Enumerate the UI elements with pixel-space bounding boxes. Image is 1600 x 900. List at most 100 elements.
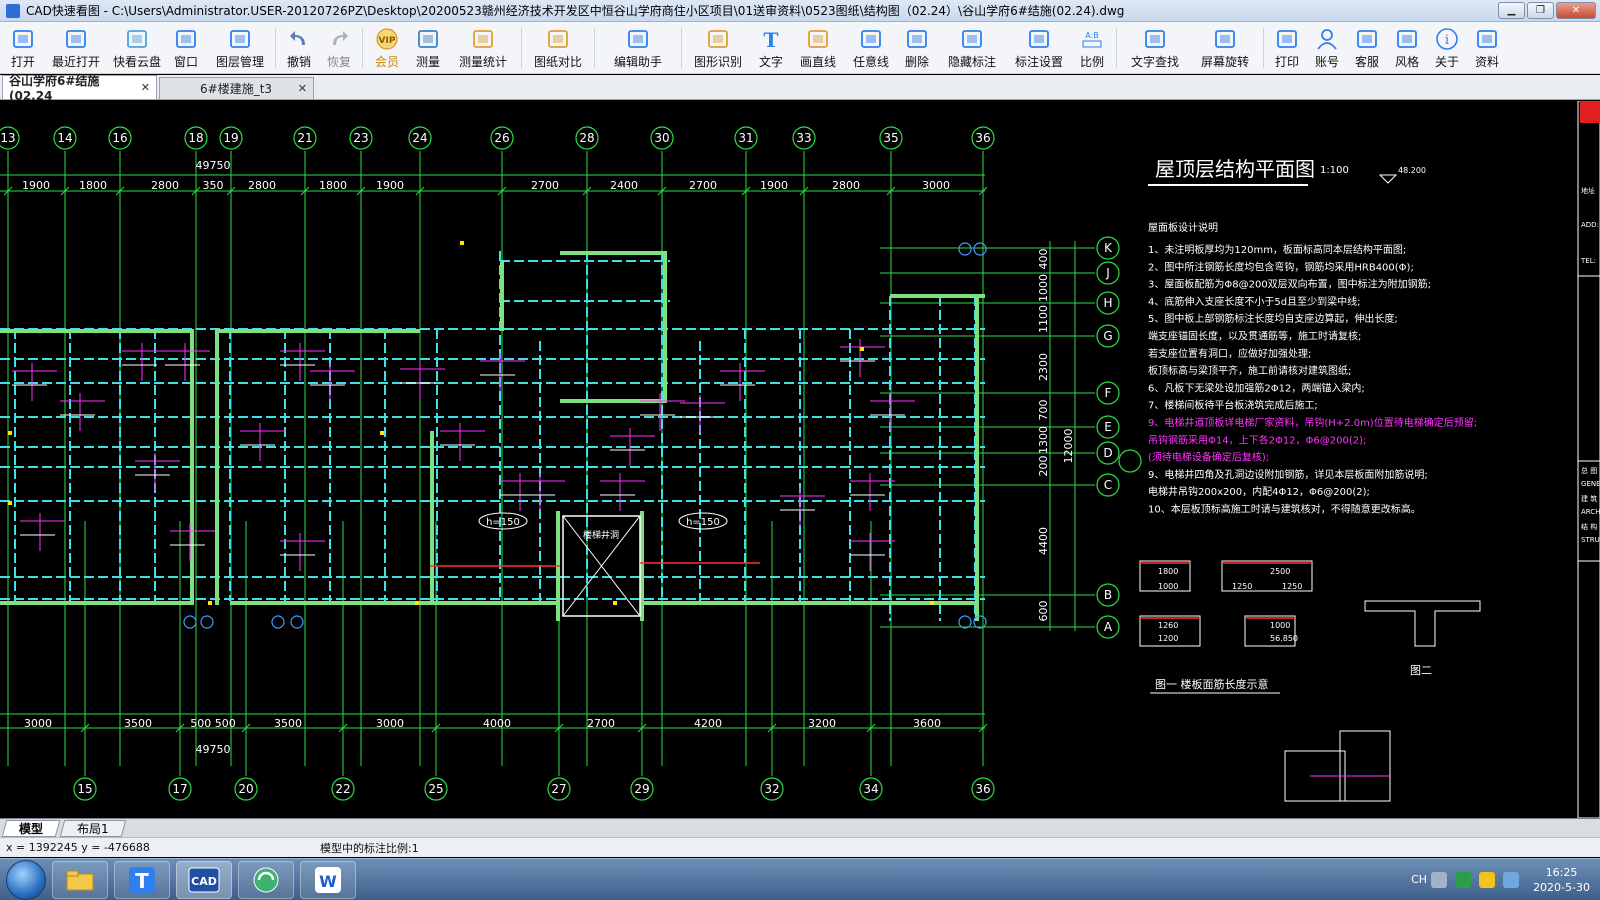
side-axis-label: A — [1104, 620, 1113, 634]
doc-tab-structure[interactable]: 谷山学府6#结施(02.24 ✕ — [2, 74, 157, 103]
section-detail — [1364, 600, 1481, 647]
security-icon[interactable] — [1479, 871, 1496, 888]
vertical-dimension: 200 — [1037, 456, 1050, 477]
toolbar-label: 客服 — [1354, 55, 1379, 69]
toolbar-window-button[interactable]: 窗口 — [164, 22, 208, 72]
toolbar-rotate-button[interactable]: 屏幕旋转 — [1190, 22, 1260, 72]
toolbar-measure-button[interactable]: 测量 — [408, 22, 448, 72]
toolbar-hide-annotation-button[interactable]: 隐藏标注 — [937, 22, 1007, 72]
toolbar-label: 账号 — [1314, 55, 1339, 69]
toolbar-label: 删除 — [904, 55, 929, 69]
top-axis-label: 19 — [223, 131, 238, 145]
clock[interactable]: 16:25 2020-5-30 — [1533, 865, 1590, 895]
rotate-icon — [1213, 27, 1237, 51]
toolbar-vip-button[interactable]: VIP 会员 — [366, 22, 408, 72]
side-axis-label: H — [1103, 296, 1112, 310]
toolbar-line-button[interactable]: 画直线 — [791, 22, 845, 72]
taskbar-explorer[interactable] — [52, 860, 108, 899]
vip-icon: VIP — [375, 27, 399, 51]
taskbar-cad-app[interactable]: CAD — [176, 860, 232, 899]
toolbar-measure-stats-button[interactable]: 测量统计 — [448, 22, 518, 72]
close-tab-icon[interactable]: ✕ — [141, 81, 150, 94]
toolbar-undo-button[interactable]: 撤销 — [279, 22, 319, 72]
toolbar-label: 快看云盘 — [112, 55, 161, 69]
design-note: 板顶标高与梁顶平齐，施工前请核对建筑图纸; — [1148, 364, 1351, 377]
column-marker-circle — [958, 242, 972, 256]
column-marker — [930, 601, 934, 605]
folder-open-icon — [11, 27, 35, 51]
top-axis-label: 21 — [297, 131, 312, 145]
toolbar-layers-button[interactable]: 图层管理 — [208, 22, 272, 72]
shield-icon[interactable] — [1455, 871, 1472, 888]
design-note: 端支座锚固长度，以及贯通筋等，施工时请复核; — [1148, 330, 1361, 343]
design-note: 5、图中板上部钢筋标注长度均自支座边算起，伸出长度; — [1148, 312, 1398, 325]
language-indicator[interactable]: CH — [1411, 873, 1427, 886]
wall — [0, 601, 190, 605]
detail-value: 1000 — [1270, 621, 1290, 630]
drawing-canvas[interactable]: 1900 1800 2800 350 2800 1800 1900 2700 2400 2700 1… — [0, 101, 1600, 818]
level-mark: 48.200 — [1398, 166, 1426, 175]
void-label: 楼梯井洞 — [583, 529, 619, 541]
toolbar-label: 标注设置 — [1014, 55, 1063, 69]
close-button[interactable]: ✕ — [1556, 2, 1596, 19]
top-axis-label: 23 — [353, 131, 368, 145]
taskbar-t-app[interactable]: T — [114, 860, 170, 899]
design-note: 2、图中所注钢筋长度均包含弯钩，钢筋均采用HRB400(Φ); — [1148, 260, 1414, 273]
toolbar-text-search-button[interactable]: 文字查找 — [1120, 22, 1190, 72]
column-marker-circle — [290, 615, 304, 629]
toolbar-history-button[interactable]: 最近打开 — [42, 22, 110, 72]
doc-tab-architecture[interactable]: 6#楼建施_t3 ✕ — [159, 77, 314, 99]
network-icon[interactable] — [1503, 871, 1520, 888]
toolbar-info-button[interactable]: i 关于 — [1427, 22, 1467, 72]
toolbar-shape-recognize-button[interactable]: 图形识别 — [685, 22, 751, 72]
toolbar-redo-button[interactable]: 恢复 — [319, 22, 359, 72]
cursor-coordinates: x = 1392245 y = -476688 — [6, 841, 150, 854]
design-note: 吊钩钢筋采用Φ14，上下各2Φ12，Φ6@200(2); — [1148, 433, 1366, 446]
toolbar-label: 会员 — [374, 55, 399, 69]
toolbar-annotation-settings-button[interactable]: 标注设置 — [1007, 22, 1071, 72]
toolbar-freehand-button[interactable]: 任意线 — [845, 22, 897, 72]
bottom-axis-label: 32 — [764, 782, 779, 796]
bottom-dimension: 4000 — [483, 717, 511, 730]
taskbar-browser[interactable] — [238, 860, 294, 899]
toolbar-document-button[interactable]: 资料 — [1467, 22, 1507, 72]
vertical-dimension: 600 — [1037, 601, 1050, 622]
toolbar-headset-button[interactable]: 客服 — [1347, 22, 1387, 72]
title-block-text: STRUCT. — [1581, 536, 1600, 544]
window-icon — [174, 27, 198, 51]
layout-tab-model[interactable]: 模型 — [1, 819, 61, 837]
os-taskbar: T CAD W CH 16:25 2020-5-30 — [0, 858, 1600, 900]
toolbar-user-button[interactable]: 账号 — [1307, 22, 1347, 72]
toolbar-label: 隐藏标注 — [947, 55, 996, 69]
svg-text:CAD: CAD — [191, 875, 217, 888]
minimize-button[interactable]: ▁ — [1498, 2, 1525, 19]
toolbar-folder-open-button[interactable]: 打开 — [4, 22, 42, 72]
vertical-dimension: 1100 — [1037, 305, 1050, 333]
toolbar-edit-assistant-button[interactable]: 编辑助手 — [598, 22, 678, 72]
redo-icon — [327, 27, 351, 51]
bottom-axis-label: 15 — [77, 782, 92, 796]
top-dimension: 1900 — [760, 179, 788, 192]
close-tab-icon[interactable]: ✕ — [298, 82, 307, 95]
edit-assistant-icon — [626, 27, 650, 51]
toolbar-printer-button[interactable]: 打印 — [1267, 22, 1307, 72]
wall — [663, 251, 667, 401]
top-axis-label: 28 — [579, 131, 594, 145]
keyboard-icon[interactable] — [1431, 871, 1448, 888]
toolbar-compare-button[interactable]: 图纸对比 — [525, 22, 591, 72]
layout-tab-layout1[interactable]: 布局1 — [59, 819, 126, 837]
start-button[interactable] — [6, 859, 46, 900]
cad-drawing[interactable]: 1900 1800 2800 350 2800 1800 1900 2700 2400 2700 1… — [0, 101, 1600, 818]
design-note: 1、未注明板厚均为120mm，板面标高同本层结构平面图; — [1148, 243, 1406, 256]
app-window: CAD快速看图 - C:\Users\Administrator.USER-20… — [0, 0, 1600, 900]
maximize-button[interactable]: ❐ — [1527, 2, 1554, 19]
toolbar-eraser-button[interactable]: 删除 — [897, 22, 937, 72]
taskbar-wps[interactable]: W — [300, 860, 356, 899]
toolbar-cloud-button[interactable]: 快看云盘 — [110, 22, 164, 72]
wall — [430, 431, 434, 605]
toolbar-text-button[interactable]: T 文字 — [751, 22, 791, 72]
toolbar-style-button[interactable]: 风格 — [1387, 22, 1427, 72]
design-note: 若支座位置有洞口，应做好加强处理; — [1148, 347, 1311, 360]
toolbar-scale-button[interactable]: A:B 比例 — [1071, 22, 1113, 72]
bottom-dimension: 3600 — [913, 717, 941, 730]
